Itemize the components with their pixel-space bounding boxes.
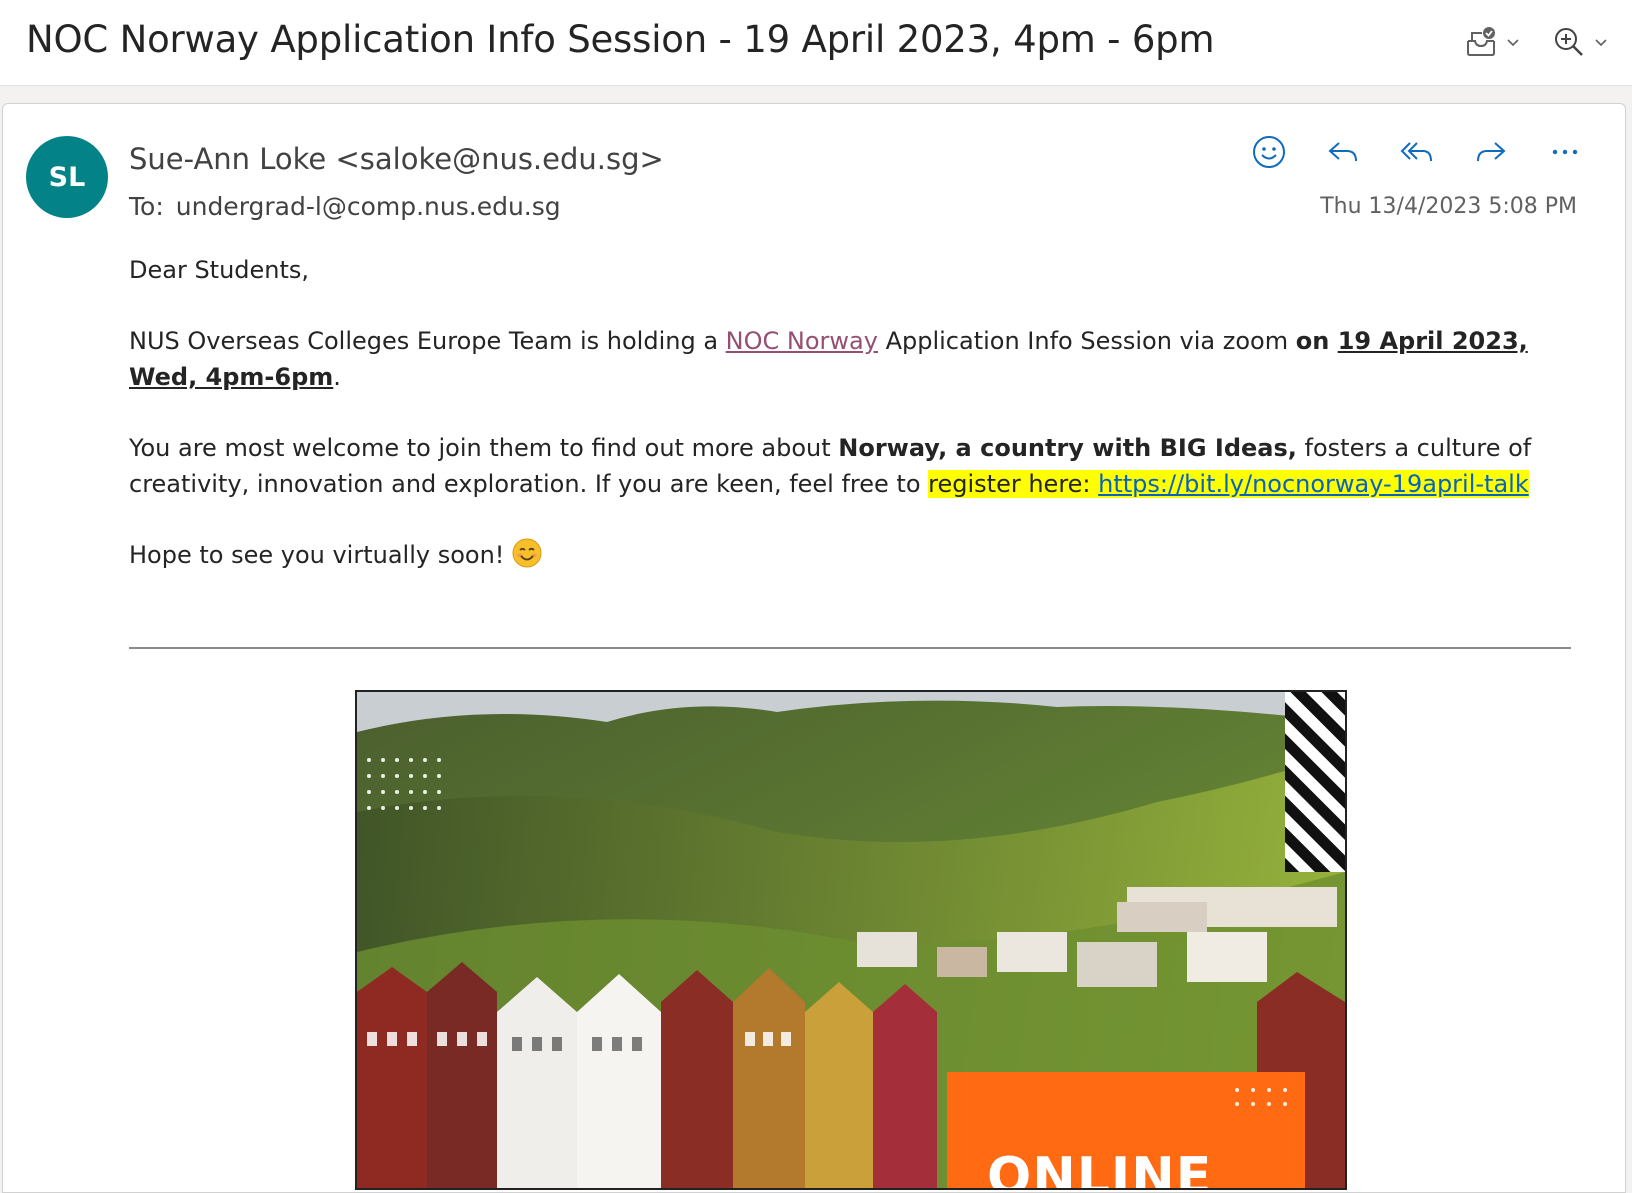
- text: .: [333, 363, 341, 391]
- text: on: [1295, 327, 1338, 355]
- message-card: SL Sue-Ann Loke <saloke@nus.edu.sg> To: u…: [2, 103, 1626, 1193]
- noc-norway-link[interactable]: NOC Norway: [726, 327, 878, 355]
- register-label: register here:: [928, 470, 1099, 498]
- closing-line: Hope to see you virtually soon!: [129, 537, 1569, 573]
- more-actions-icon[interactable]: [1545, 132, 1585, 172]
- zoom-menu[interactable]: [1552, 22, 1610, 62]
- text: You are most welcome to join them to fin…: [129, 434, 839, 462]
- forward-icon[interactable]: [1471, 132, 1511, 172]
- paragraph-announcement: NUS Overseas Colleges Europe Team is hol…: [129, 323, 1569, 395]
- poster-online-badge: ONLINE: [987, 1147, 1213, 1190]
- registration-link[interactable]: https://bit.ly/nocnorway-19april-talk: [1098, 470, 1529, 498]
- subject-bar: NOC Norway Application Info Session - 19…: [0, 0, 1632, 86]
- message-actions: [1249, 132, 1585, 172]
- to-label: To:: [129, 192, 164, 221]
- text: Hope to see you virtually soon!: [129, 541, 505, 569]
- paragraph-invite: You are most welcome to join them to fin…: [129, 430, 1569, 502]
- text: Norway, a country with BIG Ideas,: [838, 434, 1297, 462]
- reply-icon[interactable]: [1323, 132, 1363, 172]
- greeting: Dear Students,: [129, 256, 310, 284]
- smiley-icon[interactable]: [1249, 132, 1289, 172]
- chevron-down-icon[interactable]: [1504, 33, 1522, 51]
- avatar[interactable]: SL: [26, 136, 108, 218]
- smiling-face-emoji-icon: [512, 538, 542, 568]
- recipient-address[interactable]: undergrad-l@comp.nus.edu.sg: [176, 192, 561, 221]
- message-body: Dear Students, NUS Overseas Colleges Eur…: [129, 252, 1569, 608]
- zoom-in-icon[interactable]: [1552, 25, 1586, 59]
- divider: [129, 647, 1571, 649]
- text: Application Info Session via zoom: [877, 327, 1296, 355]
- recipient-line: To: undergrad-l@comp.nus.edu.sg: [129, 192, 561, 221]
- mailbox-check-icon[interactable]: [1464, 25, 1498, 59]
- sender-name[interactable]: Sue-Ann Loke <saloke@nus.edu.sg>: [129, 142, 664, 176]
- norway-poster-image[interactable]: ONLINE: [355, 690, 1347, 1190]
- email-subject: NOC Norway Application Info Session - 19…: [26, 18, 1215, 61]
- reply-all-icon[interactable]: [1397, 132, 1437, 172]
- text: NUS Overseas Colleges Europe Team is hol…: [129, 327, 726, 355]
- message-timestamp: Thu 13/4/2023 5:08 PM: [1320, 194, 1577, 219]
- chevron-down-icon[interactable]: [1592, 33, 1610, 51]
- mark-status-menu[interactable]: [1464, 22, 1522, 62]
